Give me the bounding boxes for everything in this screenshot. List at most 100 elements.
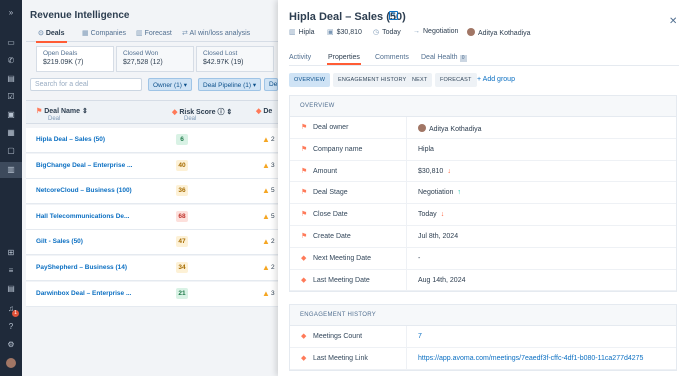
property-row: ◆ Next Meeting Date - [290,247,676,270]
help-icon[interactable]: ? [6,322,16,332]
table-row[interactable]: Hipla Deal – Sales (50) 6 ▲ 2 [26,128,278,153]
tab-ai-win-loss[interactable]: ⇄ AI win/loss analysis [182,29,250,37]
deal-name-link[interactable]: BigChange Deal – Enterprise ... [36,162,132,169]
rocket-icon[interactable]: ▦ [6,128,16,138]
property-source-icon: ⚑ [301,124,308,131]
table-row[interactable]: Darwinbox Deal – Enterprise ... 21 ▲ 3 [26,281,278,307]
property-label-close-date: Close Date [313,211,348,219]
property-source-icon: ⚑ [301,211,308,219]
warning-icon: ▲ [262,237,270,247]
box-icon[interactable]: ▤ [6,284,16,294]
property-value-amount: $30,810 ↓ [418,167,451,175]
property-source-icon: ⚑ [301,145,308,153]
calendar-icon[interactable]: ▭ [6,38,16,48]
warning-count: 2 [271,136,275,143]
property-label-last-meeting-link: Last Meeting Link [313,354,368,362]
warning-icon: ▲ [262,263,270,272]
col-deal-name[interactable]: ⚑ Deal Name ⇕ [36,107,88,115]
meta-company: ▥ Hipla [289,29,315,36]
inbox-icon[interactable]: ▤ [6,74,16,84]
property-value-deal-stage: Negotiation ↑ [418,189,461,197]
owner-avatar [467,28,475,36]
property-value-next-meeting-date: - [418,254,421,262]
panel-tabs: Activity Properties Comments Deal Health… [289,54,679,66]
deal-name-link[interactable]: Gilt - Sales (50) [36,238,83,245]
search-input[interactable]: Search for a deal [30,78,142,91]
group-engagement-history[interactable]: ENGAGEMENT HISTORY [333,73,412,87]
list-icon[interactable]: ≡ [6,266,16,276]
property-source-icon: ◆ [301,354,307,362]
deals-icon[interactable]: ▥ [0,162,22,178]
table-header: ⚑ Deal Name ⇕ Deal ◆ Risk Score ⓘ ⇕ Deal… [26,100,278,124]
group-next[interactable]: NEXT [407,73,433,87]
warning-count: 2 [271,238,275,246]
property-label-next-meeting-date: Next Meeting Date [313,254,371,262]
chat-icon[interactable]: ▢ [6,146,16,156]
deal-name-link[interactable]: NetcoreCloud – Business (100) [36,187,132,194]
warning-count: 3 [271,289,275,297]
risk-score-badge: 36 [176,185,188,197]
revenue-intelligence-page: Revenue Intelligence ⊙ Deals ▦ Companies… [22,0,278,376]
avatar[interactable] [6,358,16,368]
warning-count: 3 [271,161,275,169]
edit-icon[interactable]: ✎ [389,11,398,20]
deal-name-link[interactable]: Hall Telecommunications De... [36,213,129,220]
property-row: ⚑ Deal owner Aditya Kothadiya [290,117,676,139]
doc-icon[interactable]: ▣ [6,110,16,120]
property-source-icon: ⚑ [301,232,308,240]
table-row[interactable]: PayShepherd – Business (14) 34 ▲ 2 [26,256,278,281]
table-row[interactable]: Hall Telecommunications De... 68 ▲ 5 [26,204,278,230]
tab-comments[interactable]: Comments [375,54,409,61]
deal-name-link[interactable]: Hipla Deal – Sales (50) [36,136,105,143]
warning-icon: ▲ [262,160,270,170]
risk-score-badge: 40 [176,159,188,171]
property-row: ⚑ Deal Stage Negotiation ↑ [290,182,676,205]
phone-icon[interactable]: ✆ [6,56,16,66]
property-label-meetings-count: Meetings Count [313,333,363,340]
table-row[interactable]: Gilt - Sales (50) 47 ▲ 2 [26,230,278,256]
deal-name-link[interactable]: PayShepherd – Business (14) [36,264,127,271]
meta-date: ◷ Today [373,29,401,36]
settings-icon[interactable]: ⚙ [6,340,16,350]
tab-properties[interactable]: Properties [327,54,361,65]
check-icon[interactable]: ☑ [6,92,16,102]
card-closed-won[interactable]: Closed Won $27,528 (12) [116,46,194,72]
card-open-deals[interactable]: Open Deals $219.09K (7) [36,46,114,72]
filter-bar: Search for a deal Owner (1) ▾ Deal Pipel… [26,78,278,92]
add-group-button[interactable]: + Add group [477,73,515,87]
more-filter[interactable]: De [264,78,278,91]
property-row: ⚑ Create Date Jul 8th, 2024 [290,225,676,248]
deal-name-link[interactable]: Darwinbox Deal – Enterprise ... [36,290,131,297]
tab-forecast[interactable]: ▥ Forecast [136,29,172,37]
warning-icon: ▲ [262,288,270,298]
tab-deals[interactable]: ⊙ Deals [36,29,66,43]
property-source-icon: ◆ [301,333,307,340]
col-more[interactable]: ◆ De [256,107,272,115]
group-forecast[interactable]: FORECAST [435,73,477,87]
table-row[interactable]: BigChange Deal – Enterprise ... 40 ▲ 3 [26,153,278,179]
col-risk-score[interactable]: ◆ Risk Score ⓘ ⇕ [172,107,232,117]
warning-count: 5 [271,212,275,220]
tab-activity[interactable]: Activity [289,54,311,61]
property-label-amount: Amount [313,167,338,175]
property-label-company-name: Company name [313,145,363,153]
pipeline-filter[interactable]: Deal Pipeline (1) ▾ [198,78,262,91]
table-row[interactable]: NetcoreCloud – Business (100) 36 ▲ 5 [26,179,278,205]
warning-icon: ▲ [262,186,270,196]
tab-deal-health[interactable]: Deal Health 0 [421,54,467,62]
overview-section: OVERVIEW ⚑ Deal owner Aditya Kothadiya ⚑ Com… [289,95,677,293]
property-value-last-meeting-date: Aug 14th, 2024 [418,276,466,284]
property-value-company-name: Hipla [418,145,434,153]
card-closed-lost[interactable]: Closed Lost $42.97K (19) [196,46,274,72]
property-value-last-meeting-link[interactable]: https://app.avoma.com/meetings/7eaedf3f-… [418,355,643,362]
tab-companies[interactable]: ▦ Companies [82,29,126,37]
group-overview[interactable]: OVERVIEW [289,73,331,87]
owner-filter[interactable]: Owner (1) ▾ [148,78,192,91]
page-tabs: ⊙ Deals ▦ Companies ▥ Forecast ⇄ AI win/… [26,26,278,43]
close-icon[interactable]: ✕ [669,16,677,27]
grid-icon[interactable]: ⊞ [6,248,16,258]
expand-icon[interactable]: » [6,8,16,18]
warning-icon: ▲ [262,211,270,221]
property-value-meetings-count[interactable]: 7 [418,333,422,340]
overview-heading: OVERVIEW [290,96,676,117]
